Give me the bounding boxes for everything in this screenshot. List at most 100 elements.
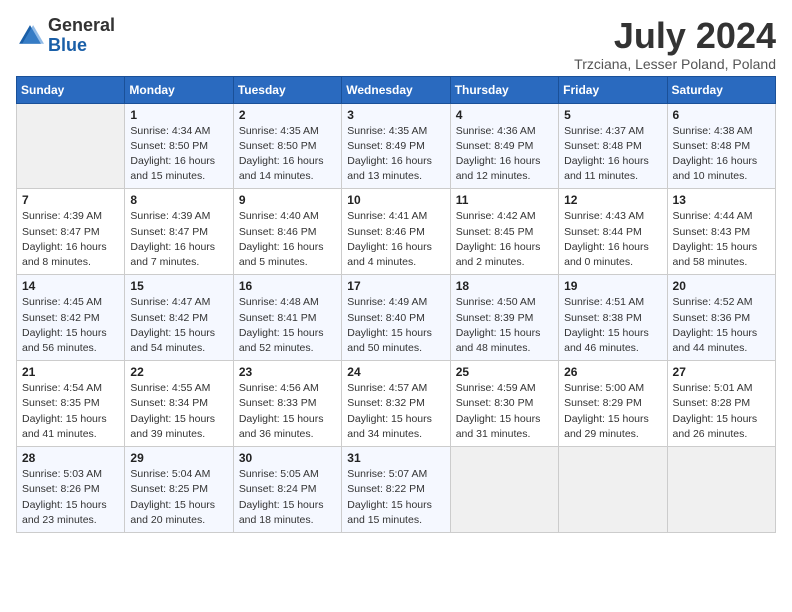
day-info: Sunrise: 4:56 AMSunset: 8:33 PMDaylight:… — [239, 381, 336, 442]
day-number: 15 — [130, 279, 227, 293]
calendar-week-row: 14 Sunrise: 4:45 AMSunset: 8:42 PMDayligh… — [17, 275, 776, 361]
calendar-cell: 8 Sunrise: 4:39 AMSunset: 8:47 PMDaylight… — [125, 189, 233, 275]
day-info: Sunrise: 4:35 AMSunset: 8:49 PMDaylight:… — [347, 124, 444, 185]
day-number: 11 — [456, 193, 553, 207]
calendar-cell — [17, 103, 125, 189]
day-info: Sunrise: 4:43 AMSunset: 8:44 PMDaylight:… — [564, 209, 661, 270]
day-info: Sunrise: 4:34 AMSunset: 8:50 PMDaylight:… — [130, 124, 227, 185]
day-info: Sunrise: 4:36 AMSunset: 8:49 PMDaylight:… — [456, 124, 553, 185]
calendar-cell: 21Sunrise: 4:54 AMSunset: 8:35 PMDayligh… — [17, 361, 125, 447]
calendar-week-row: 21Sunrise: 4:54 AMSunset: 8:35 PMDayligh… — [17, 361, 776, 447]
calendar-cell: 7 Sunrise: 4:39 AMSunset: 8:47 PMDaylight… — [17, 189, 125, 275]
day-info: Sunrise: 4:35 AMSunset: 8:50 PMDaylight:… — [239, 124, 336, 185]
day-number: 18 — [456, 279, 553, 293]
day-header-sunday: Sunday — [17, 76, 125, 103]
day-header-monday: Monday — [125, 76, 233, 103]
day-info: Sunrise: 4:51 AMSunset: 8:38 PMDaylight:… — [564, 295, 661, 356]
day-number: 25 — [456, 365, 553, 379]
calendar-week-row: 1 Sunrise: 4:34 AMSunset: 8:50 PMDaylight… — [17, 103, 776, 189]
calendar-cell: 29 Sunrise: 5:04 AMSunset: 8:25 PMDayligh… — [125, 447, 233, 533]
calendar-header-row: SundayMondayTuesdayWednesdayThursdayFrid… — [17, 76, 776, 103]
day-header-wednesday: Wednesday — [342, 76, 450, 103]
calendar-cell: 31Sunrise: 5:07 AMSunset: 8:22 PMDayligh… — [342, 447, 450, 533]
day-info: Sunrise: 5:03 AMSunset: 8:26 PMDaylight:… — [22, 467, 119, 528]
calendar-cell — [559, 447, 667, 533]
calendar-cell: 18 Sunrise: 4:50 AMSunset: 8:39 PMDayligh… — [450, 275, 558, 361]
day-info: Sunrise: 4:42 AMSunset: 8:45 PMDaylight:… — [456, 209, 553, 270]
day-info: Sunrise: 4:49 AMSunset: 8:40 PMDaylight:… — [347, 295, 444, 356]
page-header: General Blue July 2024 Trzciana, Lesser … — [16, 16, 776, 72]
day-number: 3 — [347, 108, 444, 122]
calendar-cell — [450, 447, 558, 533]
day-header-saturday: Saturday — [667, 76, 775, 103]
calendar-cell: 10 Sunrise: 4:41 AMSunset: 8:46 PMDayligh… — [342, 189, 450, 275]
calendar-cell — [667, 447, 775, 533]
calendar-cell: 2Sunrise: 4:35 AMSunset: 8:50 PMDaylight… — [233, 103, 341, 189]
calendar-cell: 22Sunrise: 4:55 AMSunset: 8:34 PMDayligh… — [125, 361, 233, 447]
day-info: Sunrise: 4:54 AMSunset: 8:35 PMDaylight:… — [22, 381, 119, 442]
day-header-friday: Friday — [559, 76, 667, 103]
calendar-cell: 16Sunrise: 4:48 AMSunset: 8:41 PMDayligh… — [233, 275, 341, 361]
day-info: Sunrise: 5:04 AMSunset: 8:25 PMDaylight:… — [130, 467, 227, 528]
day-info: Sunrise: 4:41 AMSunset: 8:46 PMDaylight:… — [347, 209, 444, 270]
calendar-cell: 28 Sunrise: 5:03 AMSunset: 8:26 PMDayligh… — [17, 447, 125, 533]
calendar-cell: 1 Sunrise: 4:34 AMSunset: 8:50 PMDaylight… — [125, 103, 233, 189]
day-number: 27 — [673, 365, 770, 379]
day-number: 24 — [347, 365, 444, 379]
location-subtitle: Trzciana, Lesser Poland, Poland — [574, 56, 776, 72]
day-number: 6 — [673, 108, 770, 122]
day-info: Sunrise: 4:48 AMSunset: 8:41 PMDaylight:… — [239, 295, 336, 356]
day-header-tuesday: Tuesday — [233, 76, 341, 103]
day-info: Sunrise: 4:44 AMSunset: 8:43 PMDaylight:… — [673, 209, 770, 270]
day-number: 1 — [130, 108, 227, 122]
calendar-table: SundayMondayTuesdayWednesdayThursdayFrid… — [16, 76, 776, 533]
day-number: 12 — [564, 193, 661, 207]
day-number: 22 — [130, 365, 227, 379]
calendar-cell: 3 Sunrise: 4:35 AMSunset: 8:49 PMDaylight… — [342, 103, 450, 189]
day-number: 5 — [564, 108, 661, 122]
day-number: 7 — [22, 193, 119, 207]
calendar-cell: 20Sunrise: 4:52 AMSunset: 8:36 PMDayligh… — [667, 275, 775, 361]
calendar-cell: 30Sunrise: 5:05 AMSunset: 8:24 PMDayligh… — [233, 447, 341, 533]
day-number: 19 — [564, 279, 661, 293]
day-number: 10 — [347, 193, 444, 207]
day-number: 14 — [22, 279, 119, 293]
day-number: 8 — [130, 193, 227, 207]
day-number: 4 — [456, 108, 553, 122]
calendar-cell: 13Sunrise: 4:44 AMSunset: 8:43 PMDayligh… — [667, 189, 775, 275]
day-number: 26 — [564, 365, 661, 379]
calendar-cell: 9Sunrise: 4:40 AMSunset: 8:46 PMDaylight… — [233, 189, 341, 275]
calendar-cell: 5Sunrise: 4:37 AMSunset: 8:48 PMDaylight… — [559, 103, 667, 189]
logo-icon — [16, 22, 44, 50]
calendar-week-row: 7 Sunrise: 4:39 AMSunset: 8:47 PMDaylight… — [17, 189, 776, 275]
calendar-cell: 14 Sunrise: 4:45 AMSunset: 8:42 PMDayligh… — [17, 275, 125, 361]
day-info: Sunrise: 5:05 AMSunset: 8:24 PMDaylight:… — [239, 467, 336, 528]
logo: General Blue — [16, 16, 115, 56]
day-header-thursday: Thursday — [450, 76, 558, 103]
day-info: Sunrise: 4:39 AMSunset: 8:47 PMDaylight:… — [22, 209, 119, 270]
day-info: Sunrise: 4:47 AMSunset: 8:42 PMDaylight:… — [130, 295, 227, 356]
day-info: Sunrise: 4:50 AMSunset: 8:39 PMDaylight:… — [456, 295, 553, 356]
day-number: 28 — [22, 451, 119, 465]
calendar-cell: 24 Sunrise: 4:57 AMSunset: 8:32 PMDayligh… — [342, 361, 450, 447]
day-number: 29 — [130, 451, 227, 465]
day-number: 31 — [347, 451, 444, 465]
day-info: Sunrise: 4:39 AMSunset: 8:47 PMDaylight:… — [130, 209, 227, 270]
day-number: 17 — [347, 279, 444, 293]
day-info: Sunrise: 4:38 AMSunset: 8:48 PMDaylight:… — [673, 124, 770, 185]
calendar-cell: 27 Sunrise: 5:01 AMSunset: 8:28 PMDayligh… — [667, 361, 775, 447]
calendar-cell: 17 Sunrise: 4:49 AMSunset: 8:40 PMDayligh… — [342, 275, 450, 361]
calendar-cell: 6 Sunrise: 4:38 AMSunset: 8:48 PMDaylight… — [667, 103, 775, 189]
calendar-cell: 11 Sunrise: 4:42 AMSunset: 8:45 PMDayligh… — [450, 189, 558, 275]
day-info: Sunrise: 4:45 AMSunset: 8:42 PMDaylight:… — [22, 295, 119, 356]
day-info: Sunrise: 4:52 AMSunset: 8:36 PMDaylight:… — [673, 295, 770, 356]
title-block: July 2024 Trzciana, Lesser Poland, Polan… — [574, 16, 776, 72]
calendar-cell: 12 Sunrise: 4:43 AMSunset: 8:44 PMDayligh… — [559, 189, 667, 275]
calendar-cell: 15 Sunrise: 4:47 AMSunset: 8:42 PMDayligh… — [125, 275, 233, 361]
day-info: Sunrise: 4:57 AMSunset: 8:32 PMDaylight:… — [347, 381, 444, 442]
calendar-cell: 26 Sunrise: 5:00 AMSunset: 8:29 PMDayligh… — [559, 361, 667, 447]
day-info: Sunrise: 4:59 AMSunset: 8:30 PMDaylight:… — [456, 381, 553, 442]
day-info: Sunrise: 5:01 AMSunset: 8:28 PMDaylight:… — [673, 381, 770, 442]
day-info: Sunrise: 5:00 AMSunset: 8:29 PMDaylight:… — [564, 381, 661, 442]
day-number: 9 — [239, 193, 336, 207]
